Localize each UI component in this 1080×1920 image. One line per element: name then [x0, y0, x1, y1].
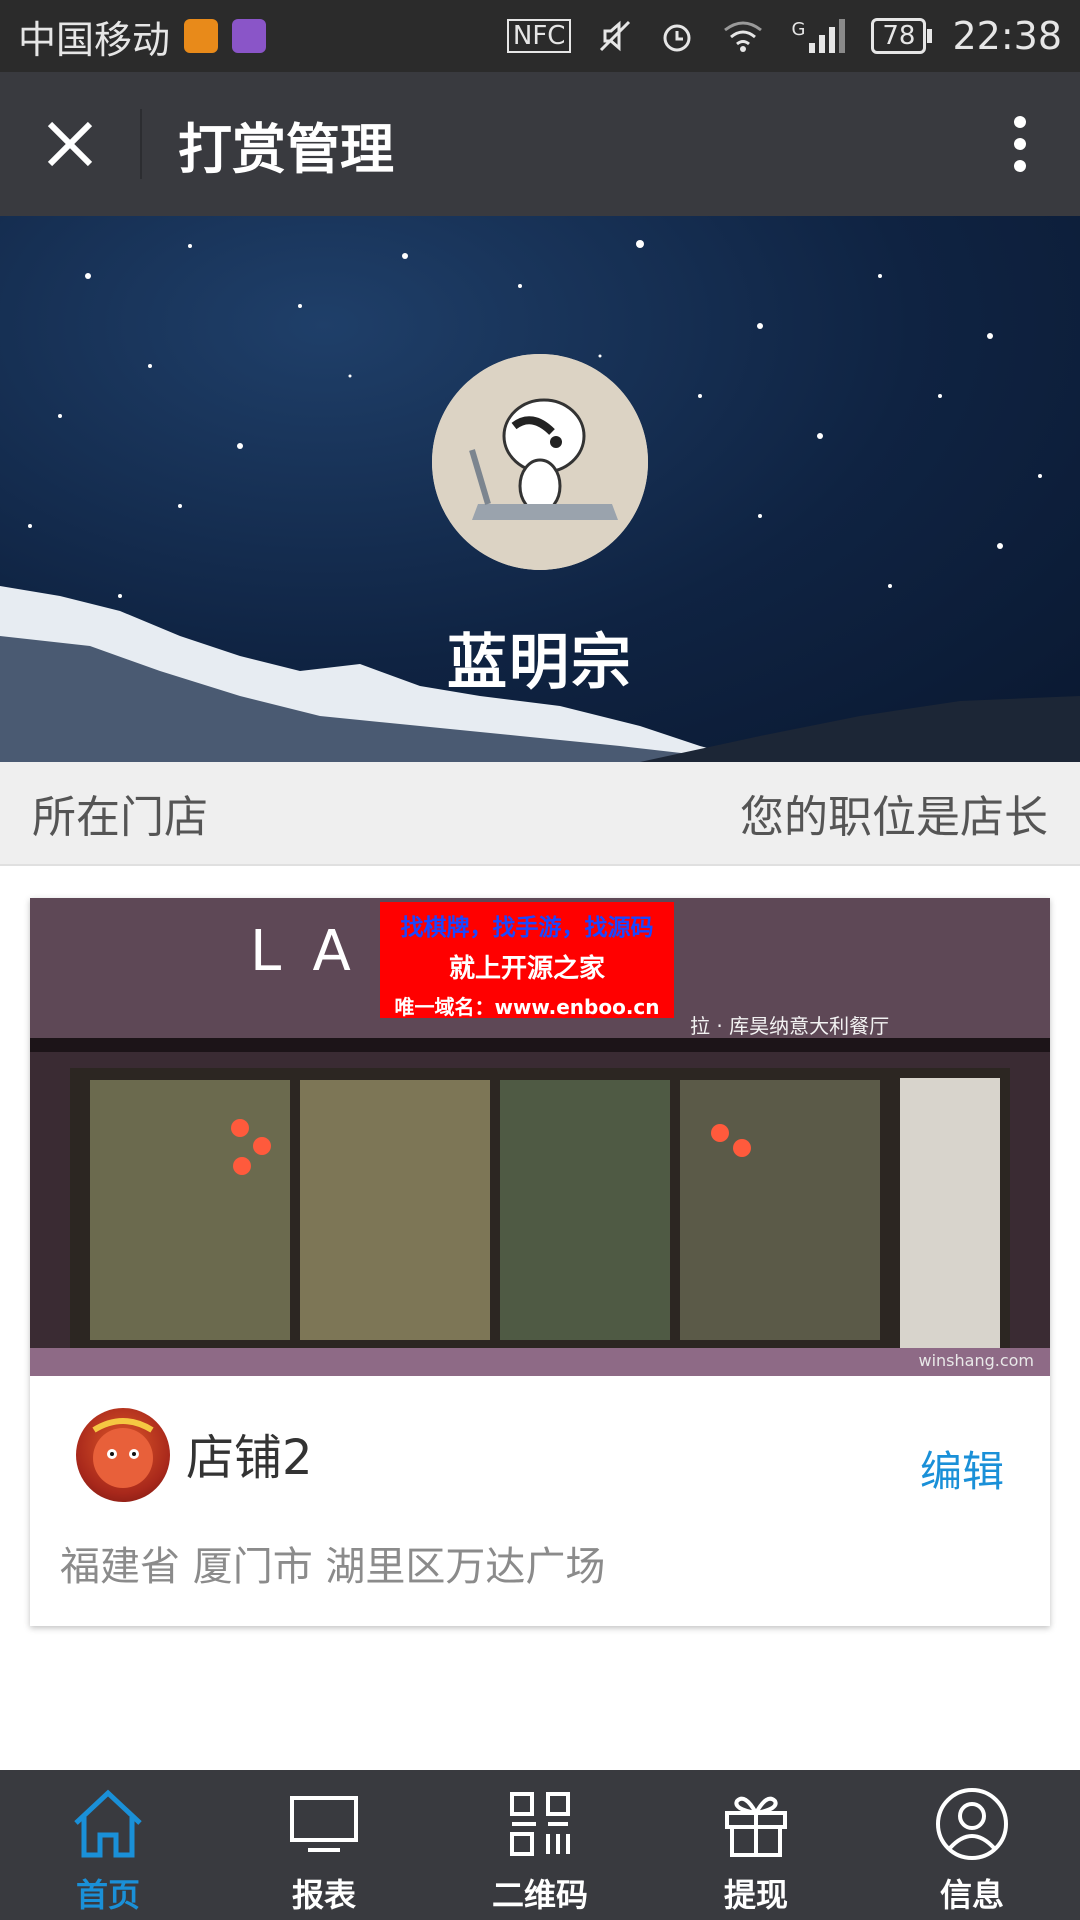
nfc-icon: NFC [506, 19, 572, 53]
nav-label-home: 首页 [75, 1876, 140, 1914]
store-sign-subtitle: 拉 · 库昊纳意大利餐厅 [690, 1014, 890, 1038]
nav-label-qrcode: 二维码 [491, 1876, 588, 1914]
store-section-header: 所在门店 您的职位是店长 [0, 762, 1080, 866]
more-vertical-icon [1014, 116, 1026, 172]
user-name: 蓝明宗 [447, 628, 633, 698]
home-icon [70, 1784, 146, 1864]
title-bar: 打赏管理 [0, 72, 1080, 216]
watermark-banner: 找棋牌，找手游，找源码 就上开源之家 唯一域名：www.enboo.cn [380, 902, 674, 1019]
qrcode-icon [508, 1784, 572, 1864]
page-title: 打赏管理 [178, 117, 394, 181]
store-photo: LA 拉 · 库昊纳意大利餐厅 winshang.com 找棋牌，找手游，找源码… [30, 898, 1050, 1376]
nav-item-qrcode[interactable]: 二维码 [432, 1770, 648, 1920]
nav-item-info[interactable]: 信息 [864, 1770, 1080, 1920]
mute-icon [600, 20, 631, 52]
battery-indicator: 78 [871, 18, 933, 54]
edit-store-button[interactable]: 编辑 [920, 1438, 1004, 1499]
gallery-app-icon [232, 19, 267, 53]
image-credit: winshang.com [918, 1351, 1034, 1370]
status-bar: 中国移动 NFC G 78 22:38 [0, 0, 1080, 72]
nav-item-home[interactable]: 首页 [0, 1770, 216, 1920]
wifi-icon [724, 21, 763, 52]
alarm-icon [663, 24, 691, 52]
panda-treadmill-image [432, 354, 648, 570]
watermark-line-2: 就上开源之家 [448, 954, 605, 984]
user-icon [934, 1784, 1010, 1864]
store-section-label: 所在门店 [32, 792, 208, 843]
nav-label-info: 信息 [939, 1876, 1004, 1914]
monitor-icon [288, 1784, 360, 1864]
status-right: NFC G 78 22:38 [506, 14, 1062, 58]
nav-label-withdraw: 提现 [723, 1876, 788, 1914]
signal-indicator: G [791, 19, 846, 53]
gift-icon [723, 1784, 789, 1864]
status-left: 中国移动 [18, 9, 267, 64]
user-avatar[interactable] [432, 354, 648, 570]
notification-app-icon [184, 19, 219, 53]
close-icon [47, 121, 93, 167]
profile-banner: 蓝明宗 [0, 216, 1080, 762]
close-button[interactable] [0, 72, 140, 216]
store-sign-text: LA [250, 919, 381, 984]
store-name: 店铺2 [186, 1430, 313, 1486]
clock-label: 22:38 [952, 14, 1062, 58]
store-card[interactable]: LA 拉 · 库昊纳意大利餐厅 winshang.com 找棋牌，找手游，找源码… [30, 898, 1050, 1626]
nav-label-report: 报表 [291, 1876, 356, 1914]
position-label: 您的职位是店长 [740, 792, 1048, 843]
network-type-label: G [791, 19, 806, 40]
signal-icon [809, 19, 846, 53]
watermark-line-3: 唯一域名：www.enboo.cn [394, 995, 660, 1019]
title-divider [140, 109, 142, 179]
more-button[interactable] [960, 72, 1080, 216]
monkey-king-avatar-image [92, 1418, 154, 1488]
nav-item-withdraw[interactable]: 提现 [648, 1770, 864, 1920]
bottom-nav: 首页 报表 二维码 提现 信息 [0, 1770, 1080, 1920]
nav-item-report[interactable]: 报表 [216, 1770, 432, 1920]
carrier-label: 中国移动 [18, 17, 171, 62]
store-address: 福建省 厦门市 湖里区万达广场 [60, 1544, 606, 1590]
watermark-line-1: 找棋牌，找手游，找源码 [400, 915, 654, 941]
store-avatar [76, 1408, 170, 1502]
